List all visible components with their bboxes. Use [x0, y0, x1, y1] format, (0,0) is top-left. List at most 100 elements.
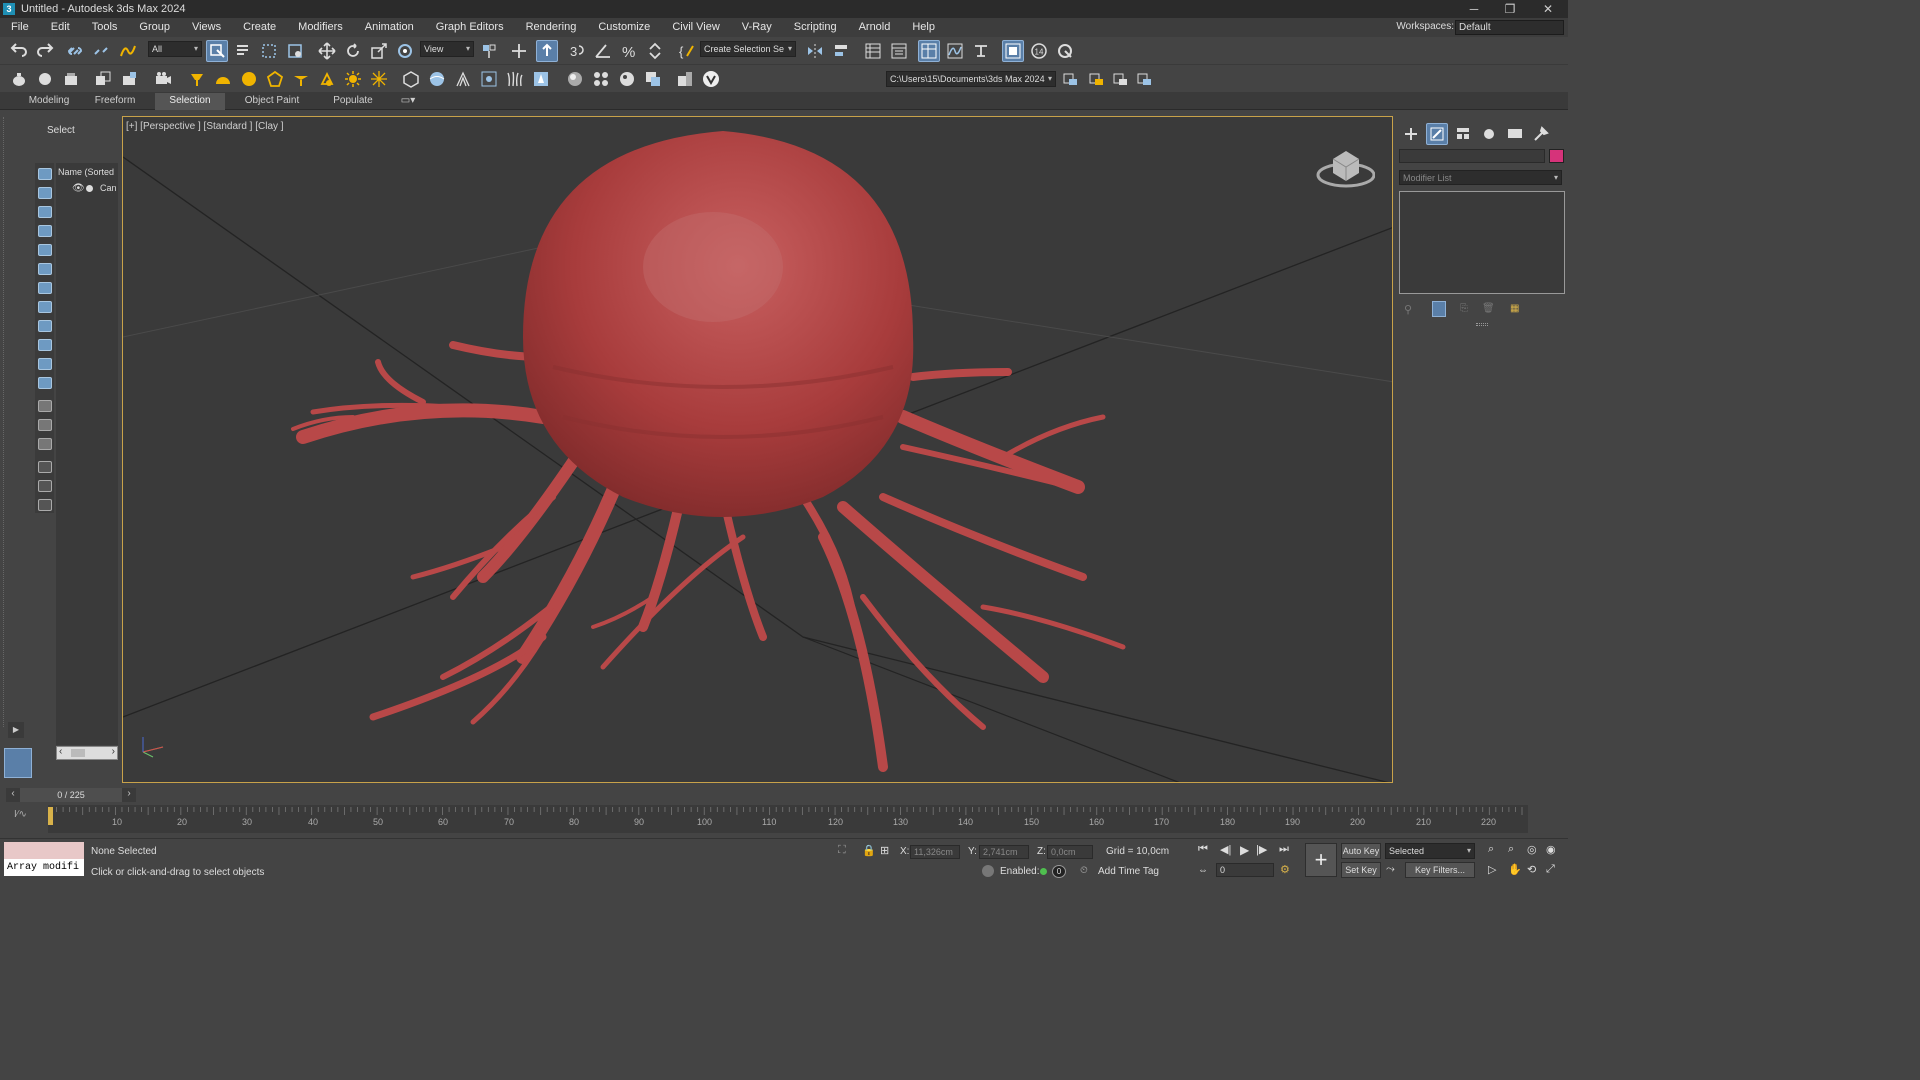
- hierarchy-tab-icon[interactable]: [1452, 123, 1474, 145]
- render-production-icon[interactable]: [1054, 40, 1076, 62]
- scale-icon[interactable]: [368, 40, 390, 62]
- named-selection-sets-dropdown[interactable]: Create Selection Se: [700, 41, 796, 57]
- zoom-all-icon[interactable]: ⌕: [1508, 843, 1514, 856]
- lens-effect-icon[interactable]: [616, 68, 638, 90]
- filter-containers-icon[interactable]: [38, 339, 52, 351]
- default-tangent-icon[interactable]: ⤳: [1386, 863, 1395, 876]
- schematic-view-icon[interactable]: [970, 40, 992, 62]
- rect-selection-region-icon[interactable]: [258, 40, 280, 62]
- x-coordinate-field[interactable]: 11,326cm: [910, 845, 960, 859]
- motion-tab-icon[interactable]: [1478, 123, 1500, 145]
- restore-button[interactable]: ❐: [1492, 0, 1528, 18]
- filter-shapes-icon[interactable]: [38, 187, 52, 199]
- scene-converter-icon[interactable]: [674, 68, 696, 90]
- viewcube-icon[interactable]: [1313, 139, 1375, 191]
- filter-xrefs-icon[interactable]: [38, 301, 52, 313]
- filter-lights-icon[interactable]: [38, 206, 52, 218]
- goto-end-icon[interactable]: ⏭: [1279, 843, 1289, 856]
- track-bar-toggle-icon[interactable]: I∕∿: [14, 809, 27, 820]
- instance-icon[interactable]: [118, 68, 140, 90]
- maximize-viewport-icon[interactable]: ⤢: [1546, 863, 1555, 876]
- filter-helpers-icon[interactable]: [38, 244, 52, 256]
- mirror-icon[interactable]: [804, 40, 826, 62]
- proxy-icon[interactable]: [400, 68, 422, 90]
- curve-editor-icon[interactable]: [944, 40, 966, 62]
- zoom-extents-icon[interactable]: ◎: [1527, 843, 1537, 856]
- scatter-icon[interactable]: [530, 68, 552, 90]
- align-icon[interactable]: [830, 40, 852, 62]
- tab-populate[interactable]: Populate: [322, 93, 384, 110]
- prev-frame-icon[interactable]: ‹: [6, 788, 20, 802]
- light-ies-icon[interactable]: [290, 68, 312, 90]
- tab-object-paint[interactable]: Object Paint: [236, 93, 308, 110]
- window-crossing-icon[interactable]: [284, 40, 306, 62]
- panel-grip[interactable]: [3, 117, 6, 727]
- isolate-selection-icon[interactable]: ⛶: [838, 844, 846, 857]
- displacement-icon[interactable]: [478, 68, 500, 90]
- expand-arrow-icon[interactable]: ▶: [8, 722, 24, 738]
- display-all-icon[interactable]: [38, 400, 52, 412]
- time-configuration-icon[interactable]: ⚙: [1280, 863, 1290, 876]
- frame-buffer-icon[interactable]: [642, 68, 664, 90]
- utilities-tab-icon[interactable]: [1530, 123, 1552, 145]
- menu-civil-view[interactable]: Civil View: [661, 18, 730, 37]
- remove-modifier-icon[interactable]: 🗑: [1482, 303, 1495, 314]
- material-sphere-icon[interactable]: [564, 68, 586, 90]
- sun-icon[interactable]: [342, 68, 364, 90]
- select-manipulate-icon[interactable]: [508, 40, 530, 62]
- filter-groups-icon[interactable]: [38, 282, 52, 294]
- layer-explorer-toggle[interactable]: [4, 748, 32, 778]
- play-icon[interactable]: ▶: [1240, 843, 1249, 857]
- ribbon-options-icon[interactable]: ▭▾: [396, 93, 420, 110]
- project-folder-icon[interactable]: [1060, 68, 1082, 90]
- set-key-big-button[interactable]: +: [1305, 843, 1337, 877]
- key-filters-button[interactable]: Key Filters...: [1405, 862, 1475, 878]
- perspective-viewport[interactable]: [+] [Perspective ] [Standard ] [Clay ]: [122, 116, 1393, 783]
- keyboard-shortcut-override-icon[interactable]: [536, 40, 558, 62]
- workspace-select[interactable]: Default: [1455, 20, 1564, 35]
- set-key-button[interactable]: Set Key: [1341, 862, 1381, 878]
- field-of-view-icon[interactable]: ▷: [1488, 863, 1496, 876]
- y-coordinate-field[interactable]: 2,741cm: [979, 845, 1029, 859]
- clone-icon[interactable]: [92, 68, 114, 90]
- goto-start-icon[interactable]: ⏮: [1198, 843, 1208, 856]
- fur-icon[interactable]: [452, 68, 474, 90]
- menu-edit[interactable]: Edit: [40, 18, 81, 37]
- menu-customize[interactable]: Customize: [587, 18, 661, 37]
- reference-coordinate-dropdown[interactable]: View: [420, 41, 474, 57]
- selection-lock-icon[interactable]: 🔒: [862, 844, 876, 857]
- spinner-snap-icon[interactable]: [644, 40, 666, 62]
- menu-modifiers[interactable]: Modifiers: [287, 18, 354, 37]
- sphere-object-icon[interactable]: [34, 68, 56, 90]
- name-column-header[interactable]: Name (Sorted A: [58, 167, 116, 177]
- create-tab-icon[interactable]: [1400, 123, 1422, 145]
- close-button[interactable]: ✕: [1530, 0, 1566, 18]
- filter-space-warps-icon[interactable]: [38, 263, 52, 275]
- modify-tab-icon[interactable]: [1426, 123, 1448, 145]
- display-none-icon[interactable]: [38, 419, 52, 431]
- object-color-swatch[interactable]: [1549, 149, 1564, 163]
- list-item[interactable]: 👁 Can: [72, 183, 118, 195]
- modifier-stack[interactable]: [1399, 191, 1565, 294]
- angle-snap-icon[interactable]: [592, 40, 614, 62]
- z-coordinate-field[interactable]: 0,0cm: [1047, 845, 1093, 859]
- project-auto-icon[interactable]: [1110, 68, 1132, 90]
- adaptive-degradation-icon[interactable]: [982, 865, 994, 877]
- link-icon[interactable]: [64, 40, 86, 62]
- time-slider[interactable]: 0 / 225: [20, 788, 122, 802]
- explorer-horizontal-scrollbar[interactable]: ‹ ›: [56, 746, 118, 760]
- snaps-toggle-icon[interactable]: 3: [566, 40, 588, 62]
- box-object-icon[interactable]: [60, 68, 82, 90]
- light-sphere-icon[interactable]: [238, 68, 260, 90]
- edit-named-selection-icon[interactable]: {: [676, 40, 698, 62]
- project-path-dropdown[interactable]: C:\Users\15\Documents\3ds Max 2024: [886, 71, 1056, 87]
- visibility-eye-icon[interactable]: 👁: [72, 183, 85, 194]
- next-frame-icon[interactable]: |▶: [1256, 843, 1267, 856]
- add-time-tag-button[interactable]: Add Time Tag: [1098, 866, 1159, 877]
- project-create-icon[interactable]: [1086, 68, 1108, 90]
- orbit-icon[interactable]: ⟲: [1527, 863, 1536, 876]
- key-mode-toggle-icon[interactable]: ⇔: [1198, 865, 1208, 876]
- tab-modeling[interactable]: Modeling: [18, 93, 80, 110]
- make-unique-icon[interactable]: ⎘: [1460, 303, 1468, 314]
- redo-icon[interactable]: [34, 40, 56, 62]
